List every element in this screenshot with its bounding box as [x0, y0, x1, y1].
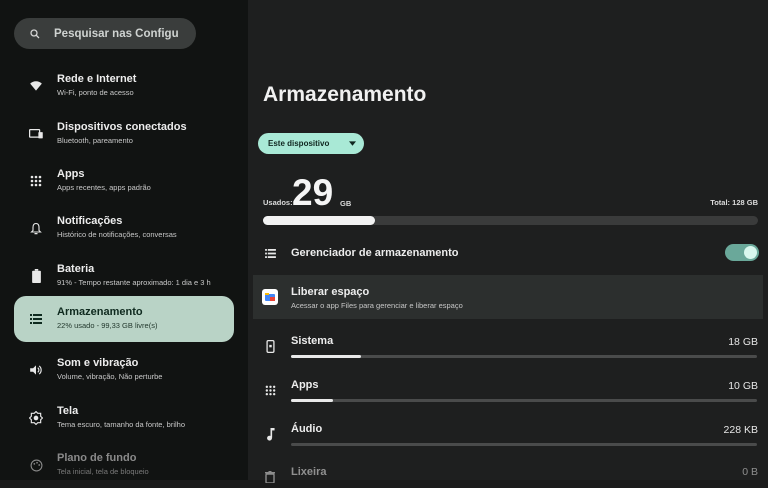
storage-icon — [263, 246, 277, 260]
search-bar[interactable]: Pesquisar nas Configurações — [14, 18, 196, 49]
page-title: Armazenamento — [263, 83, 427, 106]
category-label: Lixeira — [291, 466, 327, 478]
storage-panel: Armazenamento Este dispositivo Usados: 2… — [248, 0, 768, 483]
storage-manager-row[interactable]: Gerenciador de armazenamento — [253, 237, 763, 269]
free-up-subtitle: Acessar o app Files para gerenciar e lib… — [291, 301, 463, 310]
category-usage-bar — [291, 443, 757, 446]
category-usage-bar — [291, 399, 757, 402]
sidebar-item-title: Dispositivos conectados — [57, 121, 187, 133]
sidebar-item-title: Plano de fundo — [57, 452, 137, 464]
music-note-icon — [263, 427, 277, 441]
sidebar-item-display[interactable]: Tela Tema escuro, tamanho da fonte, bril… — [14, 395, 234, 441]
storage-manager-label: Gerenciador de armazenamento — [291, 247, 459, 259]
trash-icon — [263, 470, 277, 484]
sidebar-item-storage[interactable]: Armazenamento 22% usado - 99,33 GB livre… — [14, 296, 234, 342]
free-up-space-row[interactable]: Liberar espaço Acessar o app Files para … — [253, 275, 763, 319]
sidebar-item-title: Bateria — [57, 263, 95, 275]
category-size: 228 KB — [723, 424, 758, 436]
category-size: 10 GB — [728, 380, 758, 392]
sidebar-item-title: Som e vibração — [57, 357, 139, 369]
used-unit: GB — [340, 199, 352, 208]
category-row-apps[interactable]: Apps 10 GB — [253, 372, 763, 408]
storage-usage-fill — [263, 216, 375, 225]
battery-icon — [28, 268, 44, 284]
chevron-down-icon — [349, 141, 356, 146]
apps-grid-icon — [28, 173, 44, 189]
category-size: 18 GB — [728, 336, 758, 348]
sidebar-item-title: Armazenamento — [57, 306, 143, 318]
sidebar-item-connected-devices[interactable]: Dispositivos conectados Bluetooth, parea… — [14, 111, 234, 157]
sidebar-item-subtitle: Bluetooth, pareamento — [57, 136, 133, 145]
category-label: Sistema — [291, 335, 334, 347]
category-row-trash[interactable]: Lixeira 0 B — [253, 460, 763, 483]
category-row-audio[interactable]: Áudio 228 KB — [253, 416, 763, 452]
sidebar-item-wallpaper[interactable]: Plano de fundo Tela inicial, tela de blo… — [14, 442, 234, 488]
sidebar-item-sound[interactable]: Som e vibração Volume, vibração, Não per… — [14, 347, 234, 393]
sidebar-item-subtitle: Apps recentes, apps padrão — [57, 183, 151, 192]
device-selector-dropdown[interactable]: Este dispositivo — [258, 133, 364, 154]
category-size: 0 B — [742, 466, 758, 478]
sidebar-item-subtitle: Volume, vibração, Não perturbe — [57, 372, 163, 381]
sidebar-item-subtitle: Histórico de notificações, conversas — [57, 230, 177, 239]
category-usage-fill — [291, 355, 361, 358]
apps-grid-icon — [263, 383, 277, 397]
category-label: Áudio — [291, 423, 323, 435]
search-icon — [30, 28, 40, 38]
brightness-icon — [28, 410, 44, 426]
category-usage-fill — [291, 399, 333, 402]
devices-icon — [28, 126, 44, 142]
category-usage-bar — [291, 355, 757, 358]
sidebar-item-title: Tela — [57, 405, 79, 417]
free-up-title: Liberar espaço — [291, 286, 370, 298]
sidebar-item-subtitle: 91% - Tempo restante aproximado: 1 dia e… — [57, 278, 211, 287]
sidebar-item-notifications[interactable]: Notificações Histórico de notificações, … — [14, 205, 234, 251]
files-app-icon — [262, 289, 278, 305]
sidebar-item-title: Rede e Internet — [57, 73, 137, 85]
sidebar-item-subtitle: Wi-Fi, ponto de acesso — [57, 88, 134, 97]
category-row-system[interactable]: Sistema 18 GB — [253, 328, 763, 364]
sidebar-item-title: Notificações — [57, 215, 123, 227]
settings-sidebar: Pesquisar nas Configurações Rede e Inter… — [0, 0, 248, 480]
sidebar-item-battery[interactable]: Bateria 91% - Tempo restante aproximado:… — [14, 253, 234, 299]
storage-manager-toggle[interactable] — [725, 244, 759, 261]
used-label: Usados: — [263, 198, 293, 207]
storage-usage-bar — [263, 216, 758, 225]
category-label: Apps — [291, 379, 319, 391]
total-capacity: Total: 128 GB — [710, 198, 758, 207]
bell-icon — [28, 220, 44, 236]
search-placeholder: Pesquisar nas Configurações — [54, 27, 179, 40]
wifi-icon — [28, 78, 44, 94]
sidebar-item-network[interactable]: Rede e Internet Wi-Fi, ponto de acesso — [14, 63, 234, 109]
sidebar-item-subtitle: Tema escuro, tamanho da fonte, brilho — [57, 420, 185, 429]
device-selector-label: Este dispositivo — [268, 139, 330, 148]
sidebar-item-subtitle: 22% usado - 99,33 GB livre(s) — [57, 321, 158, 330]
toggle-knob — [744, 246, 757, 259]
sidebar-item-title: Apps — [57, 168, 85, 180]
sidebar-item-apps[interactable]: Apps Apps recentes, apps padrão — [14, 158, 234, 204]
palette-icon — [28, 457, 44, 473]
used-value: 29 — [292, 172, 334, 213]
storage-icon — [28, 311, 44, 327]
phone-icon — [263, 339, 277, 353]
sidebar-item-subtitle: Tela inicial, tela de bloqueio — [57, 467, 149, 476]
volume-icon — [28, 362, 44, 378]
